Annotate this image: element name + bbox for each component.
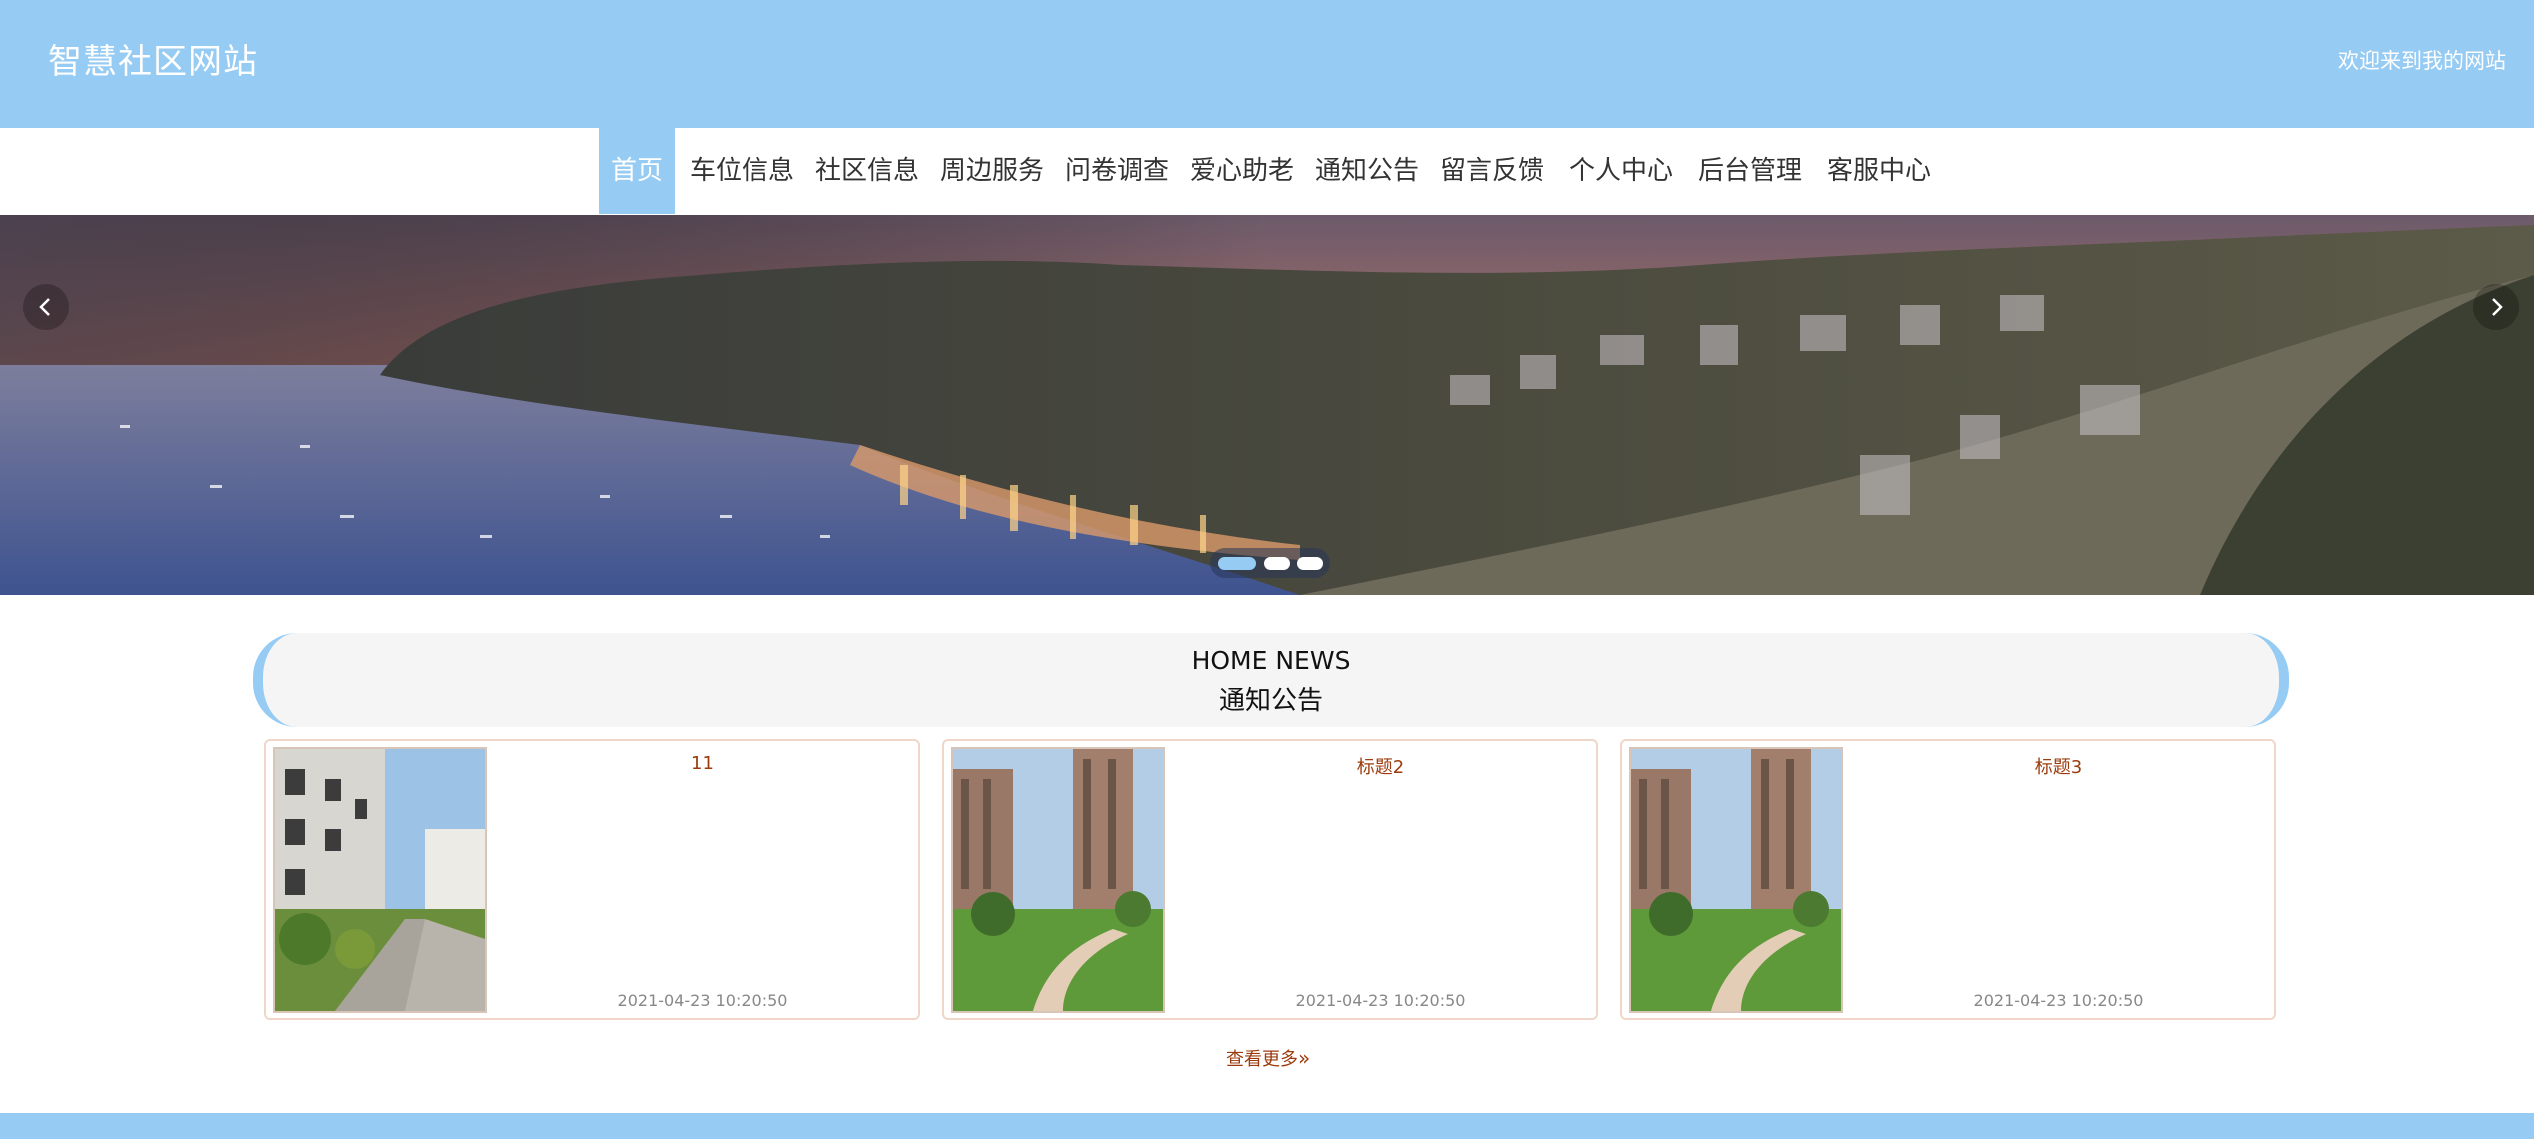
news-card-time: 2021-04-23 10:20:50: [617, 991, 788, 1010]
nav-item-elderly-care[interactable]: 爱心助老: [1186, 128, 1298, 214]
nav-item-notices[interactable]: 通知公告: [1311, 128, 1423, 214]
carousel-dot-3[interactable]: [1297, 557, 1323, 570]
news-thumbnail: [273, 747, 487, 1013]
header-bar: 智慧社区网站 欢迎来到我的网站: [0, 0, 2534, 128]
nav-item-profile[interactable]: 个人中心: [1565, 128, 1677, 214]
news-section-header: HOME NEWS 通知公告: [253, 633, 2289, 727]
view-more-link[interactable]: 查看更多»: [1226, 1045, 1310, 1071]
chevron-left-icon: [39, 298, 50, 316]
news-card-time: 2021-04-23 10:20:50: [1973, 991, 2144, 1010]
double-chevron-right-icon: »: [1298, 1046, 1311, 1070]
nav-item-parking[interactable]: 车位信息: [686, 128, 798, 214]
site-title[interactable]: 智慧社区网站: [48, 34, 258, 83]
nav-item-support[interactable]: 客服中心: [1823, 128, 1935, 214]
nav-item-home[interactable]: 首页: [599, 128, 675, 214]
news-card[interactable]: 标题3 2021-04-23 10:20:50: [1620, 739, 2276, 1020]
welcome-text: 欢迎来到我的网站: [2338, 49, 2506, 73]
news-title-cn: 通知公告: [1218, 686, 1323, 716]
footer-bar: [0, 1113, 2534, 1139]
nav-item-nearby[interactable]: 周边服务: [936, 128, 1048, 214]
news-card-title[interactable]: 标题3: [1843, 753, 2274, 779]
nav-item-feedback[interactable]: 留言反馈: [1436, 128, 1548, 214]
carousel-indicators: [1210, 548, 1330, 578]
nav-item-community[interactable]: 社区信息: [811, 128, 923, 214]
news-title-en: HOME NEWS: [1191, 646, 1351, 675]
carousel-dot-1[interactable]: [1218, 557, 1256, 570]
view-more-label: 查看更多: [1226, 1049, 1298, 1070]
news-card[interactable]: 标题2 2021-04-23 10:20:50: [942, 739, 1598, 1020]
carousel-next-button[interactable]: [2473, 284, 2519, 330]
news-thumbnail: [951, 747, 1165, 1013]
news-card[interactable]: 11 2021-04-23 10:20:50: [264, 739, 920, 1020]
banner-image: [0, 215, 2534, 595]
banner-carousel[interactable]: [0, 215, 2534, 595]
carousel-dot-2[interactable]: [1264, 557, 1290, 570]
nav-item-survey[interactable]: 问卷调查: [1061, 128, 1173, 214]
chevron-right-icon: [2492, 298, 2503, 316]
main-nav: 首页 车位信息 社区信息 周边服务 问卷调查 爱心助老 通知公告 留言反馈 个人…: [0, 128, 2534, 214]
carousel-prev-button[interactable]: [23, 284, 69, 330]
news-card-time: 2021-04-23 10:20:50: [1295, 991, 1466, 1010]
news-card-title[interactable]: 11: [487, 753, 918, 774]
nav-item-admin[interactable]: 后台管理: [1694, 128, 1806, 214]
news-card-title[interactable]: 标题2: [1165, 753, 1596, 779]
news-thumbnail: [1629, 747, 1843, 1013]
